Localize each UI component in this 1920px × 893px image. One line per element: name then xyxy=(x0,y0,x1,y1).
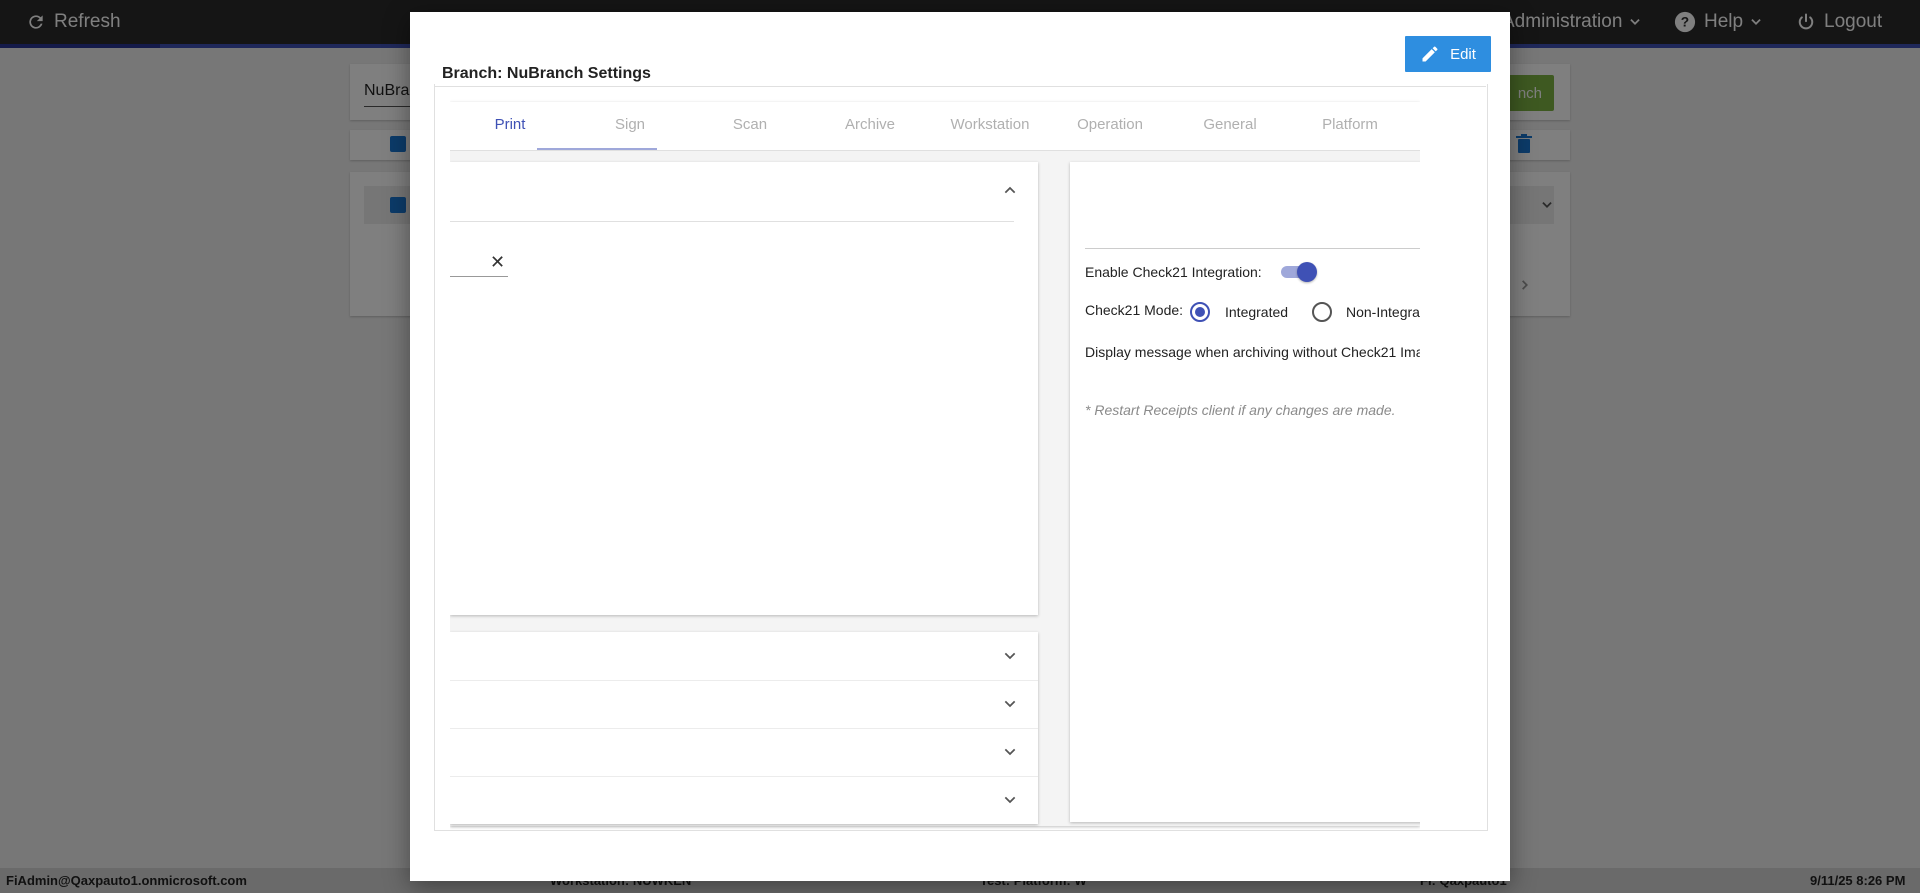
tab-indicator xyxy=(537,148,657,150)
pencil-icon xyxy=(1422,46,1438,62)
edit-label: Edit xyxy=(1450,45,1476,63)
close-icon[interactable]: ✕ xyxy=(490,252,505,272)
tab-general[interactable]: General xyxy=(1170,102,1290,150)
tab-scan[interactable]: Scan xyxy=(690,102,810,150)
accordion-row[interactable] xyxy=(450,632,1038,681)
radio-non-integrated[interactable] xyxy=(1312,302,1332,322)
radio-non-integrated-label: Non-Integra xyxy=(1346,304,1420,320)
check21-settings-panel: Enable Check21 Integration: Check21 Mode… xyxy=(1070,162,1420,822)
chevron-down-icon xyxy=(1004,652,1016,660)
tab-workstation[interactable]: Workstation xyxy=(930,102,1050,150)
branch-settings-dialog: Branch: NuBranch Settings Edit Print Sig… xyxy=(410,12,1510,881)
tab-operation[interactable]: Operation xyxy=(1050,102,1170,150)
check21-mode-label: Check21 Mode: xyxy=(1085,302,1184,318)
restart-note: * Restart Receipts client if any changes… xyxy=(1085,402,1396,418)
settings-container: Print Sign Scan Archive Workstation Oper… xyxy=(450,90,1420,830)
radio-integrated[interactable] xyxy=(1190,302,1210,322)
chevron-down-icon xyxy=(1004,748,1016,756)
selected-value-field[interactable]: ✕ xyxy=(450,252,508,277)
chevron-down-icon xyxy=(1004,796,1016,804)
tab-archive[interactable]: Archive xyxy=(810,102,930,150)
settings-tab-bar: Print Sign Scan Archive Workstation Oper… xyxy=(450,102,1420,151)
tab-platform[interactable]: Platform xyxy=(1290,102,1410,150)
enable-check21-label: Enable Check21 Integration: xyxy=(1085,264,1262,280)
radio-integrated-label: Integrated xyxy=(1225,304,1289,320)
settings-tabs-card: Print Sign Scan Archive Workstation Oper… xyxy=(450,102,1420,826)
chevron-up-icon[interactable] xyxy=(1002,182,1018,198)
dialog-title: Branch: NuBranch Settings xyxy=(442,65,651,82)
tab-sign[interactable]: Sign xyxy=(570,102,690,150)
chevron-down-icon xyxy=(1004,700,1016,708)
collapsed-settings-panels xyxy=(450,632,1038,824)
accordion-row[interactable] xyxy=(450,776,1038,824)
accordion-row[interactable] xyxy=(450,680,1038,729)
enable-check21-toggle[interactable] xyxy=(1281,262,1317,282)
display-message-label: Display message when archiving without C… xyxy=(1085,344,1420,360)
edit-button[interactable]: Edit xyxy=(1405,36,1491,72)
accordion-row[interactable] xyxy=(450,728,1038,777)
tab-print[interactable]: Print xyxy=(450,102,570,150)
expanded-settings-panel: ✕ xyxy=(450,162,1038,615)
